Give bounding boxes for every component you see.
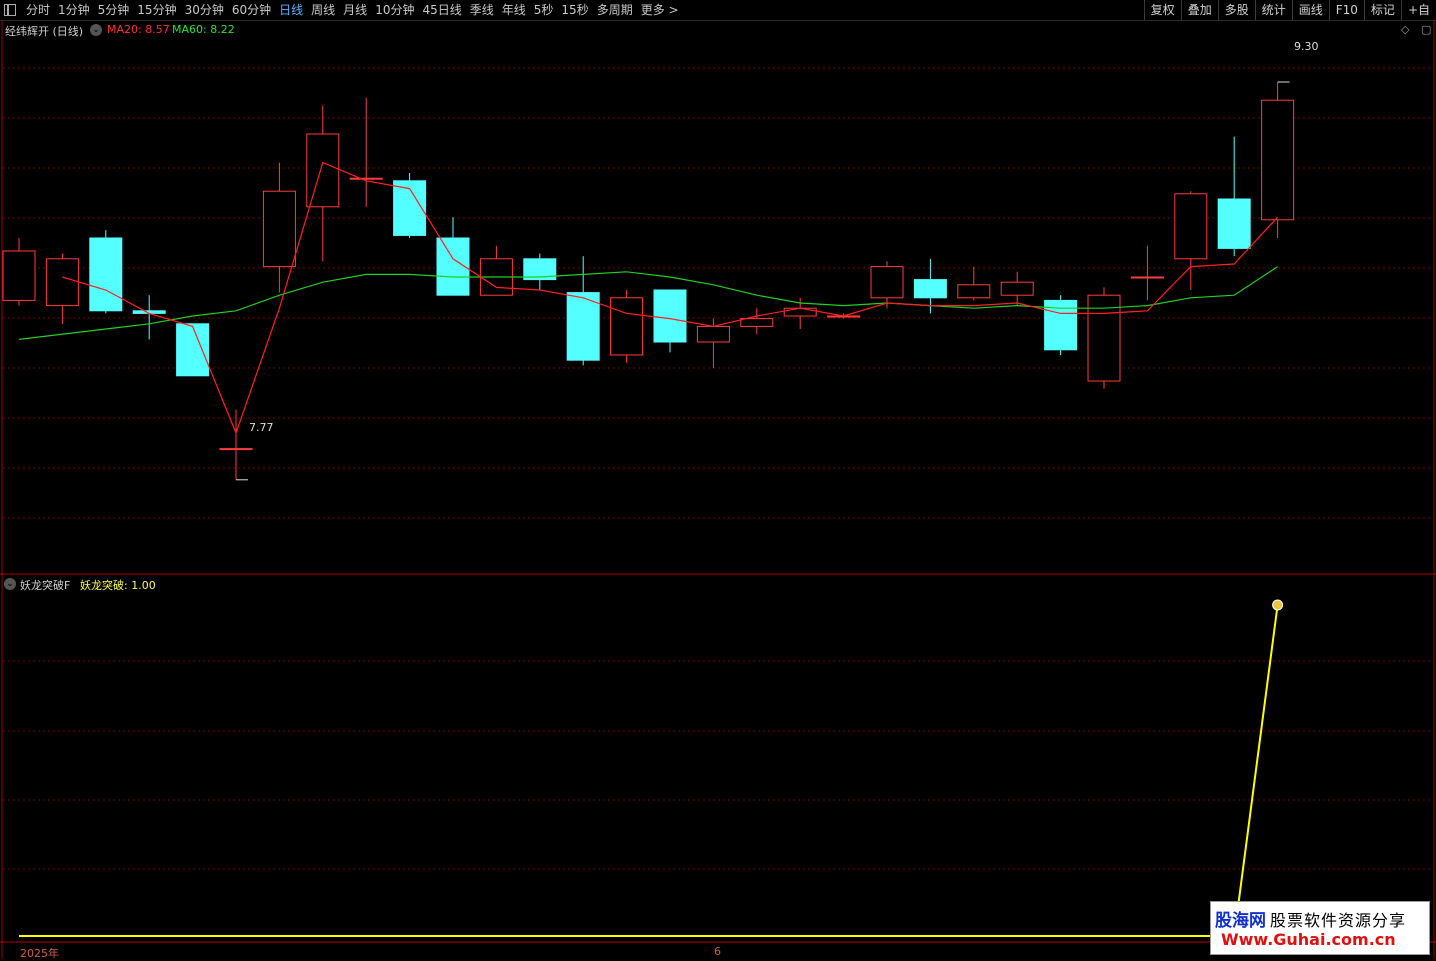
signal-line [19, 604, 1279, 937]
indicator-name: 妖龙突破F [20, 579, 71, 592]
candle-body-up [1174, 193, 1208, 260]
candle-body-up [262, 190, 296, 268]
candle-body-up [696, 325, 730, 343]
indicator-collapse-icon[interactable]: ⌄ [4, 577, 16, 590]
ma60-label: MA60: 8.22 [172, 23, 235, 36]
candle-body-down [1217, 198, 1251, 249]
low-price-label: 7.77 [249, 421, 274, 434]
stock-title: 经纬辉开 (日线) [5, 25, 84, 38]
watermark-brand: 股海网 [1215, 911, 1266, 931]
candle-body-up [45, 258, 79, 307]
candle-body-down [89, 237, 123, 312]
money-bag-icon [1272, 599, 1284, 611]
candle-body-up [2, 250, 36, 301]
candle-body-up [306, 133, 340, 208]
candle-body-up [957, 284, 991, 299]
candle-body-up [783, 307, 817, 317]
high-price-label: 9.30 [1294, 40, 1319, 53]
candle-body-up [1261, 99, 1295, 221]
month-axis-label: 6 [714, 945, 721, 958]
indicator-value-label: 妖龙突破: 1.00 [80, 579, 156, 592]
watermark-logo: 股海网 股票软件资源分享 Www.Guhai.com.cn [1210, 901, 1430, 955]
ma20-label: MA20: 8.57 [107, 23, 170, 36]
watermark-tagline: 股票软件资源分享 [1270, 911, 1407, 930]
candle-body-up [870, 266, 904, 299]
watermark-url: Www.Guhai.com.cn [1221, 930, 1396, 949]
settings-square-icon[interactable]: ▢ [1421, 23, 1431, 36]
candle-body-up [219, 448, 253, 451]
candle-body-down [653, 289, 687, 343]
candle-body-up [610, 297, 644, 356]
collapse-icon[interactable]: ⌄ [90, 23, 102, 36]
candle-body-up [1130, 276, 1164, 279]
candle-body-up [1000, 281, 1034, 296]
candle-body-down [913, 279, 947, 299]
diamond-icon[interactable]: ◇ [1401, 23, 1409, 36]
kline-chart[interactable] [0, 0, 1436, 959]
candle-body-down [566, 292, 600, 361]
candle-body-down [176, 323, 210, 377]
candle-body-up [349, 177, 383, 180]
candle-body-up [740, 318, 774, 327]
